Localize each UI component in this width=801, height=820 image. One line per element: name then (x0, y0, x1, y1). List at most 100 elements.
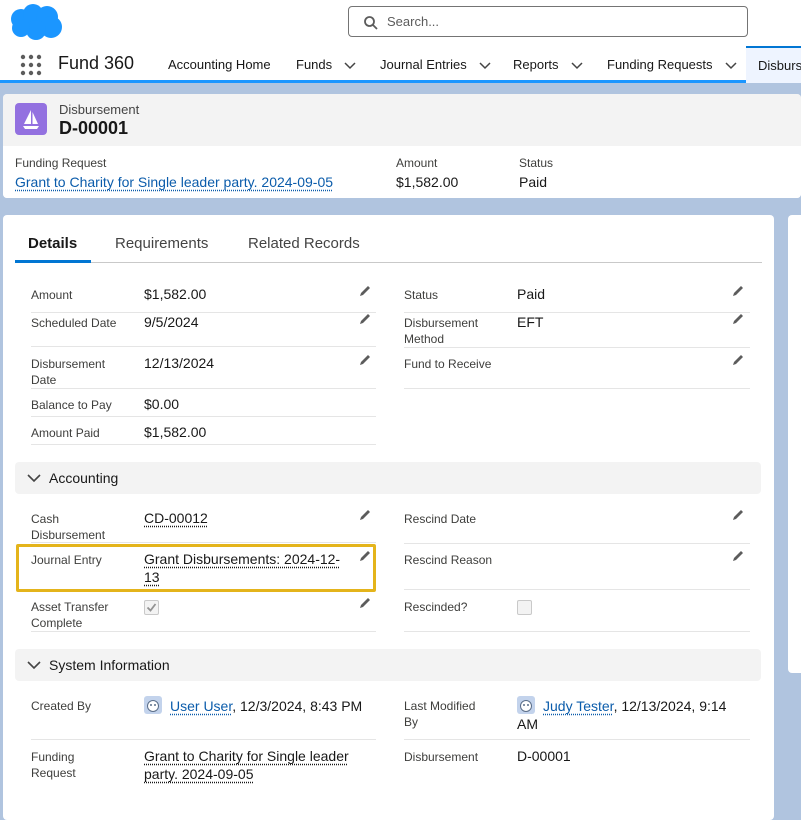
asset-transfer-checkbox (144, 600, 159, 615)
user-avatar-icon (144, 696, 162, 714)
nav-item-disbursements-active[interactable]: Disburs (746, 46, 801, 83)
tab-requirements[interactable]: Requirements (115, 235, 208, 263)
field-balance-to-pay: Balance to Pay $0.00 (31, 396, 376, 417)
global-header: Search... (0, 0, 801, 46)
nav-item-label: Journal Entries (380, 57, 467, 72)
field-value: Paid (517, 286, 546, 302)
sailboat-icon (23, 110, 39, 129)
edit-pencil-icon[interactable] (731, 312, 745, 326)
field-label: Disbursement Method (404, 316, 479, 346)
funding-request-link[interactable]: Grant to Charity for Single leader party… (144, 747, 359, 783)
record-header: Disbursement D-00001 Funding Request Gra… (3, 94, 801, 198)
field-label: Rescind Reason (404, 553, 493, 567)
edit-pencil-icon[interactable] (731, 284, 745, 298)
cash-disbursement-link[interactable]: CD-00012 (144, 509, 208, 527)
chevron-down-icon[interactable] (27, 659, 41, 671)
rescinded-checkbox (517, 600, 532, 615)
field-label: Amount Paid (31, 426, 100, 440)
app-launcher-icon[interactable] (20, 54, 42, 76)
field-cash-disbursement: Cash Disbursement CD-00012 (31, 508, 376, 543)
field-created-by: Created By User User, 12/3/2024, 8:43 PM (31, 696, 376, 740)
search-icon (364, 16, 378, 30)
user-avatar-icon (517, 696, 535, 714)
edit-pencil-icon[interactable] (731, 353, 745, 367)
header-amount-label: Amount (396, 156, 438, 170)
field-amount-paid: Amount Paid $1,582.00 (31, 424, 376, 445)
section-title: Accounting (49, 470, 119, 486)
field-label: Disbursement Date (31, 357, 106, 387)
section-title: System Information (49, 657, 170, 673)
field-label: Rescinded? (404, 600, 468, 614)
journal-entry-highlight-box (16, 544, 376, 592)
tab-related-records[interactable]: Related Records (248, 235, 360, 263)
edit-pencil-icon[interactable] (358, 312, 372, 326)
field-label: Funding Request (31, 750, 76, 780)
nav-item-journal-entries[interactable]: Journal Entries (380, 57, 491, 72)
field-status: Status Paid (404, 284, 750, 313)
field-disbursement-method: Disbursement Method EFT (404, 312, 750, 348)
chevron-down-icon[interactable] (344, 59, 356, 71)
section-accounting-header[interactable]: Accounting (15, 462, 761, 494)
header-amount-value: $1,582.00 (396, 174, 459, 190)
app-navigation-bar: Fund 360 Accounting Home Funds Journal E… (0, 46, 801, 83)
field-label: Rescind Date (404, 512, 477, 526)
field-value: $0.00 (144, 396, 180, 412)
nav-item-funding-requests[interactable]: Funding Requests (607, 57, 737, 72)
edit-pencil-icon[interactable] (358, 596, 372, 610)
field-asset-transfer-complete: Asset Transfer Complete (31, 596, 376, 632)
search-placeholder: Search... (387, 14, 440, 29)
created-by-user-link[interactable]: User User (170, 698, 232, 714)
chevron-down-icon[interactable] (479, 59, 491, 71)
field-fund-to-receive: Fund to Receive (404, 353, 750, 389)
field-value: Judy Tester, 12/13/2024, 9:14 AM (517, 696, 737, 733)
record-name: D-00001 (59, 118, 129, 138)
edit-pencil-icon[interactable] (358, 353, 372, 367)
header-funding-request-link[interactable]: Grant to Charity for Single leader party… (15, 174, 333, 190)
edit-pencil-icon[interactable] (358, 508, 372, 522)
field-value: $1,582.00 (144, 424, 207, 440)
global-search-input[interactable]: Search... (348, 6, 748, 37)
nav-item-reports[interactable]: Reports (513, 57, 583, 72)
field-label: Status (404, 288, 439, 302)
edit-pencil-icon[interactable] (358, 284, 372, 298)
field-value: 9/5/2024 (144, 314, 199, 330)
created-by-date: , 12/3/2024, 8:43 PM (232, 698, 363, 714)
section-system-information-header[interactable]: System Information (15, 649, 761, 681)
field-amount: Amount $1,582.00 (31, 284, 376, 313)
nav-item-label: Reports (513, 57, 559, 72)
chevron-down-icon[interactable] (571, 59, 583, 71)
header-status-value: Paid (519, 174, 548, 190)
field-label: Fund to Receive (404, 357, 492, 371)
field-rescind-reason: Rescind Reason (404, 549, 750, 590)
chevron-down-icon[interactable] (724, 59, 737, 71)
nav-item-accounting-home[interactable]: Accounting Home (168, 57, 271, 72)
record-type-label: Disbursement (59, 102, 140, 117)
field-value: $1,582.00 (144, 286, 207, 302)
field-label: Cash Disbursement (31, 512, 106, 542)
field-value: User User, 12/3/2024, 8:43 PM (144, 696, 362, 715)
nav-item-label: Disburs (758, 58, 801, 73)
field-value: 12/13/2024 (144, 355, 215, 371)
field-disbursement: Disbursement D-00001 (404, 748, 750, 786)
field-label: Disbursement (404, 750, 479, 764)
last-modified-user-link[interactable]: Judy Tester (543, 698, 614, 714)
app-name: Fund 360 (58, 53, 135, 73)
field-funding-request: Funding Request Grant to Charity for Sin… (31, 747, 376, 786)
field-last-modified-by: Last Modified By Judy Tester, 12/13/2024… (404, 696, 750, 740)
field-rescind-date: Rescind Date (404, 508, 750, 544)
edit-pencil-icon[interactable] (731, 549, 745, 563)
chevron-down-icon[interactable] (27, 472, 41, 484)
field-label: Asset Transfer Complete (31, 600, 109, 630)
field-label: Balance to Pay (31, 398, 112, 412)
edit-pencil-icon[interactable] (731, 508, 745, 522)
field-rescinded: Rescinded? (404, 599, 750, 632)
side-panel-card (788, 215, 801, 673)
header-funding-request-label: Funding Request (15, 156, 107, 170)
nav-item-funds[interactable]: Funds (296, 57, 356, 72)
salesforce-cloud-logo[interactable] (6, 2, 64, 42)
field-label: Amount (31, 288, 73, 302)
nav-item-label: Accounting Home (168, 57, 271, 72)
record-tabs: Details Requirements Related Records (15, 235, 762, 263)
tab-details[interactable]: Details (15, 235, 91, 263)
field-label: Last Modified By (404, 699, 476, 729)
